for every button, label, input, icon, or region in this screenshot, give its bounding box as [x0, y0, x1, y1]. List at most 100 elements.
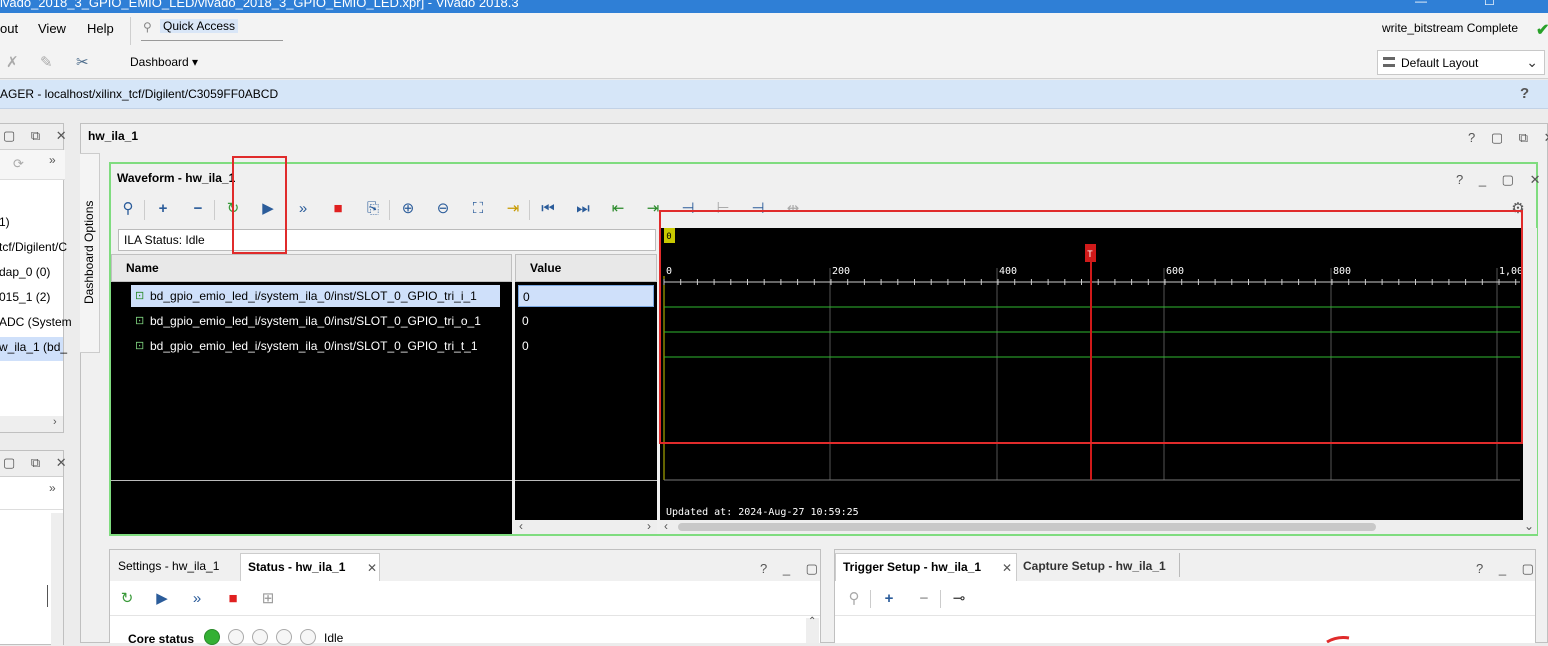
- remove-probe-icon[interactable]: −: [915, 590, 933, 608]
- name-column-divider: [111, 480, 512, 481]
- signal-value[interactable]: 0: [518, 335, 654, 357]
- auto-retrigger-icon[interactable]: ↻: [118, 590, 136, 608]
- panel-window-icons[interactable]: ? _ ▢: [1476, 561, 1540, 577]
- previous-transition-icon[interactable]: ⇤: [609, 200, 627, 218]
- panel-window-icons[interactable]: ? ▢ ⧉ ✕: [1468, 130, 1548, 146]
- scrollbar-thumb[interactable]: [678, 523, 1376, 531]
- updated-timestamp: Updated at: 2024-Aug-27 10:59:25: [666, 507, 859, 518]
- value-horizontal-scrollbar[interactable]: ‹ ›: [515, 519, 657, 534]
- quick-access-label: Quick Access: [160, 19, 239, 33]
- divider: [835, 615, 1535, 616]
- minimize-icon[interactable]: —: [1415, 0, 1427, 8]
- close-icon[interactable]: ✕: [1002, 561, 1012, 575]
- close-icon[interactable]: ✕: [367, 561, 377, 575]
- layout-grid-icon: [1383, 57, 1395, 67]
- dashboard-options-tab[interactable]: Dashboard Options: [80, 153, 100, 353]
- signal-value[interactable]: 0: [518, 285, 654, 307]
- status-vertical-scrollbar[interactable]: ⌃: [806, 616, 819, 643]
- scroll-up-icon[interactable]: ⌃: [808, 616, 816, 627]
- properties-panel-header: ▢ ⧉ ✕: [0, 451, 67, 477]
- search-icon[interactable]: ⚲: [119, 200, 137, 218]
- help-icon[interactable]: ?: [1520, 85, 1529, 102]
- value-column-divider: [515, 480, 657, 481]
- scroll-right-icon[interactable]: ›: [53, 416, 57, 428]
- panel-window-icons[interactable]: ▢ ⧉ ✕: [3, 128, 73, 144]
- search-icon[interactable]: ⚲: [845, 590, 863, 608]
- stop-trigger-icon[interactable]: ■: [224, 590, 242, 608]
- plot-vertical-scrollbar[interactable]: [1523, 228, 1537, 520]
- trigger-condition-icon[interactable]: ⊸: [950, 590, 968, 608]
- signal-row[interactable]: ⊡ bd_gpio_emio_led_i/system_ila_0/inst/S…: [131, 310, 500, 332]
- tree-row-arm-dap[interactable]: dap_0 (0): [0, 265, 50, 279]
- tree-row-device[interactable]: 015_1 (2): [0, 290, 50, 304]
- layout-select-value: Default Layout: [1401, 56, 1479, 70]
- plot-horizontal-scrollbar[interactable]: ‹ ⌄: [660, 519, 1537, 534]
- go-to-time-zero-icon[interactable]: ⏮: [539, 200, 557, 218]
- tree-row-target[interactable]: tcf/Digilent/C: [0, 240, 67, 254]
- maximize-icon[interactable]: ☐: [1484, 0, 1495, 8]
- waveform-window-icons[interactable]: ? _ ▢ ✕: [1456, 172, 1546, 188]
- signal-row[interactable]: ⊡ bd_gpio_emio_led_i/system_ila_0/inst/S…: [131, 285, 500, 307]
- scroll-right-icon[interactable]: ›: [647, 519, 651, 533]
- zoom-in-icon[interactable]: ⊕: [399, 200, 417, 218]
- menu-layout[interactable]: out: [0, 21, 18, 36]
- layout-select[interactable]: Default Layout ⌄: [1377, 50, 1545, 75]
- menu-view[interactable]: View: [38, 21, 66, 36]
- scroll-left-icon[interactable]: ‹: [519, 519, 523, 533]
- toolbar-divider: [144, 200, 145, 220]
- vertical-scrollbar[interactable]: [51, 513, 63, 646]
- tab-capture-setup[interactable]: Capture Setup - hw_ila_1: [1023, 559, 1166, 573]
- tab-divider: [1179, 553, 1180, 577]
- toolbar-divider: [214, 200, 215, 220]
- dashboard-options-label: Dashboard Options: [82, 200, 96, 304]
- divider: [0, 509, 63, 510]
- menu-divider: [130, 17, 131, 45]
- panel-window-icons[interactable]: ▢ ⧉ ✕: [3, 455, 73, 471]
- add-probe-icon[interactable]: +: [154, 200, 172, 218]
- text-cursor: [47, 585, 48, 607]
- scroll-left-icon[interactable]: ‹: [664, 519, 668, 533]
- value-column-header[interactable]: Value: [515, 254, 657, 282]
- settings-icon[interactable]: ⊞: [259, 590, 277, 608]
- run-immediate-icon[interactable]: »: [188, 590, 206, 608]
- hw-ila-panel-title: hw_ila_1: [88, 129, 139, 143]
- edit-icon[interactable]: ✎: [40, 53, 53, 71]
- run-immediate-icon[interactable]: »: [294, 200, 312, 218]
- tab-status[interactable]: Status - hw_ila_1 ✕: [240, 553, 380, 581]
- tree-row-xadc[interactable]: ADC (System: [0, 315, 72, 329]
- probe-icon: ⊡: [135, 340, 145, 352]
- zoom-fit-icon[interactable]: ⛶: [469, 200, 487, 218]
- horizontal-scrollbar[interactable]: ›: [0, 416, 63, 432]
- hardware-manager-banner: AGER - localhost/xilinx_tcf/Digilent/C30…: [0, 80, 1548, 109]
- refresh-device-icon[interactable]: ⟳: [13, 156, 24, 172]
- dashboard-menu[interactable]: Dashboard ▾: [130, 55, 198, 69]
- toolbar-divider: [529, 200, 530, 220]
- signal-row[interactable]: ⊡ bd_gpio_emio_led_i/system_ila_0/inst/S…: [131, 335, 500, 357]
- signal-value[interactable]: 0: [518, 310, 654, 332]
- zoom-out-icon[interactable]: ⊖: [434, 200, 452, 218]
- stop-trigger-icon[interactable]: ■: [329, 200, 347, 218]
- name-column-header[interactable]: Name: [111, 254, 512, 282]
- go-to-last-time-icon[interactable]: ⏭: [574, 200, 592, 218]
- run-trigger-icon[interactable]: ▶: [153, 590, 171, 608]
- scroll-down-icon[interactable]: ⌄: [1524, 519, 1534, 533]
- annotation-box: [232, 156, 287, 254]
- panel-window-icons[interactable]: ? _ ▢: [760, 561, 824, 577]
- quick-access-search[interactable]: ⚲ Quick Access: [141, 17, 283, 41]
- add-probe-icon[interactable]: +: [880, 590, 898, 608]
- remove-probe-icon[interactable]: −: [189, 200, 207, 218]
- wrench-icon[interactable]: ✗: [6, 53, 19, 71]
- go-to-cursor-icon[interactable]: ⇥: [504, 200, 522, 218]
- tools-icon[interactable]: ✂: [76, 53, 89, 71]
- export-icon[interactable]: ⎘: [364, 200, 382, 218]
- tab-settings[interactable]: Settings - hw_ila_1: [118, 559, 219, 573]
- tree-row-hw-ila[interactable]: w_ila_1 (bd_: [0, 337, 67, 361]
- window-title-bar: ivado_2018_3_GPIO_EMIO_LED/vivado_2018_3…: [0, 0, 1548, 13]
- search-icon: ⚲: [143, 20, 152, 34]
- menu-help[interactable]: Help: [87, 21, 114, 36]
- tree-row-server[interactable]: 1): [0, 215, 10, 229]
- more-icon[interactable]: »: [49, 481, 56, 495]
- hardware-panel-toolbar: ⟳ »: [0, 150, 65, 180]
- tab-trigger-setup[interactable]: Trigger Setup - hw_ila_1 ✕: [835, 553, 1017, 581]
- more-icon[interactable]: »: [49, 153, 56, 167]
